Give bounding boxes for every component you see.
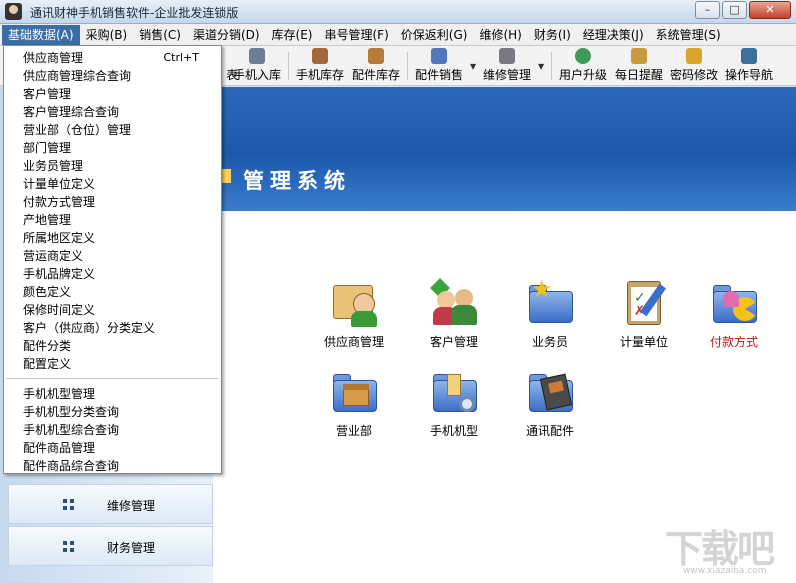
module-business-department[interactable]: 营业部 <box>309 366 399 439</box>
menu-item-phone-brand[interactable]: 手机品牌定义 <box>4 265 221 283</box>
menu-manager-decision[interactable]: 经理决策(J) <box>577 25 650 45</box>
box-folder-icon <box>329 366 379 416</box>
reminder-icon <box>631 48 647 64</box>
menu-item-supplier-management[interactable]: 供应商管理 Ctrl+T <box>4 49 221 67</box>
banner-title: 管理系统 <box>243 168 351 193</box>
module-phone-model[interactable]: 手机机型 <box>409 366 499 439</box>
menu-item-warranty-time[interactable]: 保修时间定义 <box>4 301 221 319</box>
menu-item-configuration[interactable]: 配置定义 <box>4 355 221 373</box>
watermark-url: www.xiazaiba.com <box>683 566 767 576</box>
shortcut-label: Ctrl+T <box>163 51 199 64</box>
maximize-icon: □ <box>729 3 740 16</box>
toolbar-accessory-sales[interactable]: 配件销售 <box>413 48 465 84</box>
globe-icon <box>575 48 591 64</box>
repair-management-dropdown-icon[interactable]: ▼ <box>538 62 544 71</box>
menu-basic-data[interactable]: 基础数据(A) <box>2 24 80 45</box>
menu-item-color[interactable]: 颜色定义 <box>4 283 221 301</box>
module-salesperson[interactable]: ★ 业务员 <box>505 277 595 350</box>
module-supplier-management[interactable]: 供应商管理 <box>309 277 399 350</box>
toolbar-separator <box>551 52 552 80</box>
sidebar-nav-repair[interactable]: 维修管理 <box>8 484 213 524</box>
menu-item-customer-management[interactable]: 客户管理 <box>4 85 221 103</box>
minimize-button[interactable]: – <box>695 1 720 19</box>
toolbar-accessory-inventory[interactable]: 配件库存 <box>350 48 402 84</box>
module-communication-accessories[interactable]: 通讯配件 <box>505 366 595 439</box>
window-controls: – □ ✕ <box>695 1 791 19</box>
accessory-inventory-icon <box>368 48 384 64</box>
module-measurement-unit[interactable]: ✓ ✗ 计量单位 <box>599 277 689 350</box>
menu-item-phone-model-category-query[interactable]: 手机机型分类查询 <box>4 403 221 421</box>
menu-system-management[interactable]: 系统管理(S) <box>650 25 727 45</box>
supplier-book-icon <box>329 277 379 327</box>
menu-item-customer-query[interactable]: 客户管理综合查询 <box>4 103 221 121</box>
toolbar-separator <box>407 52 408 80</box>
menu-item-carrier[interactable]: 营运商定义 <box>4 247 221 265</box>
menu-item-measurement-unit[interactable]: 计量单位定义 <box>4 175 221 193</box>
menu-item-origin[interactable]: 产地管理 <box>4 211 221 229</box>
phone-stock-in-icon <box>249 48 265 64</box>
menu-inventory[interactable]: 库存(E) <box>266 25 319 45</box>
maximize-button[interactable]: □ <box>722 1 747 19</box>
header-banner: 管理系统 <box>213 87 796 211</box>
title-bar: 通讯财神手机销售软件-企业批发连锁版 – □ ✕ <box>0 0 796 24</box>
clipboard-check-icon: ✓ ✗ <box>619 277 669 327</box>
menu-price-protection[interactable]: 价保返利(G) <box>395 25 474 45</box>
film-folder-icon <box>525 366 575 416</box>
module-payment-method[interactable]: 付款方式 <box>689 277 779 350</box>
module-customer-management[interactable]: 客户管理 <box>409 277 499 350</box>
grid-icon <box>63 499 74 510</box>
star-folder-icon: ★ <box>525 277 575 327</box>
menu-item-accessory-product[interactable]: 配件商品管理 <box>4 439 221 457</box>
menu-separator <box>6 378 219 379</box>
menu-item-payment-method[interactable]: 付款方式管理 <box>4 193 221 211</box>
menu-sales[interactable]: 销售(C) <box>133 25 187 45</box>
grid-icon <box>63 541 74 552</box>
watermark-logo: 下载吧 <box>665 527 775 571</box>
toolbar-daily-reminder[interactable]: 每日提醒 <box>613 48 665 84</box>
toolbar-password-change[interactable]: 密码修改 <box>668 48 720 84</box>
menu-item-phone-model-query[interactable]: 手机机型综合查询 <box>4 421 221 439</box>
menu-item-department[interactable]: 部门管理 <box>4 139 221 157</box>
customers-icon <box>429 277 479 327</box>
menu-item-customer-category[interactable]: 客户（供应商）分类定义 <box>4 319 221 337</box>
toolbar-phone-inventory[interactable]: 手机库存 <box>294 48 346 84</box>
sidebar-nav-finance[interactable]: 财务管理 <box>8 526 213 566</box>
toolbar-operation-guide[interactable]: 操作导航 <box>723 48 775 84</box>
close-button[interactable]: ✕ <box>749 1 791 19</box>
window-title: 通讯财神手机销售软件-企业批发连锁版 <box>30 6 239 20</box>
menu-item-region[interactable]: 所属地区定义 <box>4 229 221 247</box>
search-folder-icon <box>429 366 479 416</box>
menu-finance[interactable]: 财务(I) <box>528 25 577 45</box>
close-icon: ✕ <box>765 3 775 16</box>
menu-item-accessory-category[interactable]: 配件分类 <box>4 337 221 355</box>
accessory-sales-dropdown-icon[interactable]: ▼ <box>470 62 476 71</box>
lock-icon <box>686 48 702 64</box>
minimize-icon: – <box>704 3 711 16</box>
menu-serial-management[interactable]: 串号管理(F) <box>319 25 395 45</box>
toolbar-separator <box>288 52 289 80</box>
toolbar-user-upgrade[interactable]: 用户升级 <box>557 48 609 84</box>
toolbar-repair-management[interactable]: 维修管理 <box>481 48 533 84</box>
repair-management-icon <box>499 48 515 64</box>
navigation-icon <box>741 48 757 64</box>
menu-bar: 基础数据(A) 采购(B) 销售(C) 渠道分销(D) 库存(E) 串号管理(F… <box>0 24 796 46</box>
menu-item-business-department[interactable]: 营业部（仓位）管理 <box>4 121 221 139</box>
toolbar-phone-stock-in[interactable]: 手机入库 <box>231 48 283 84</box>
basic-data-dropdown-menu: 供应商管理 Ctrl+T 供应商管理综合查询 客户管理 客户管理综合查询 营业部（… <box>3 45 222 474</box>
accessory-sales-icon <box>431 48 447 64</box>
menu-purchase[interactable]: 采购(B) <box>80 25 134 45</box>
menu-item-phone-model[interactable]: 手机机型管理 <box>4 385 221 403</box>
phone-inventory-icon <box>312 48 328 64</box>
menu-item-supplier-query[interactable]: 供应商管理综合查询 <box>4 67 221 85</box>
app-logo-icon <box>5 3 22 20</box>
menu-repair[interactable]: 维修(H) <box>473 25 527 45</box>
watermark: 下载吧 www.xiazaiba.com <box>665 518 785 578</box>
menu-item-salesperson[interactable]: 业务员管理 <box>4 157 221 175</box>
menu-channel-distribution[interactable]: 渠道分销(D) <box>187 25 266 45</box>
pacman-folder-icon <box>709 277 759 327</box>
menu-item-accessory-product-query[interactable]: 配件商品综合查询 <box>4 457 221 475</box>
